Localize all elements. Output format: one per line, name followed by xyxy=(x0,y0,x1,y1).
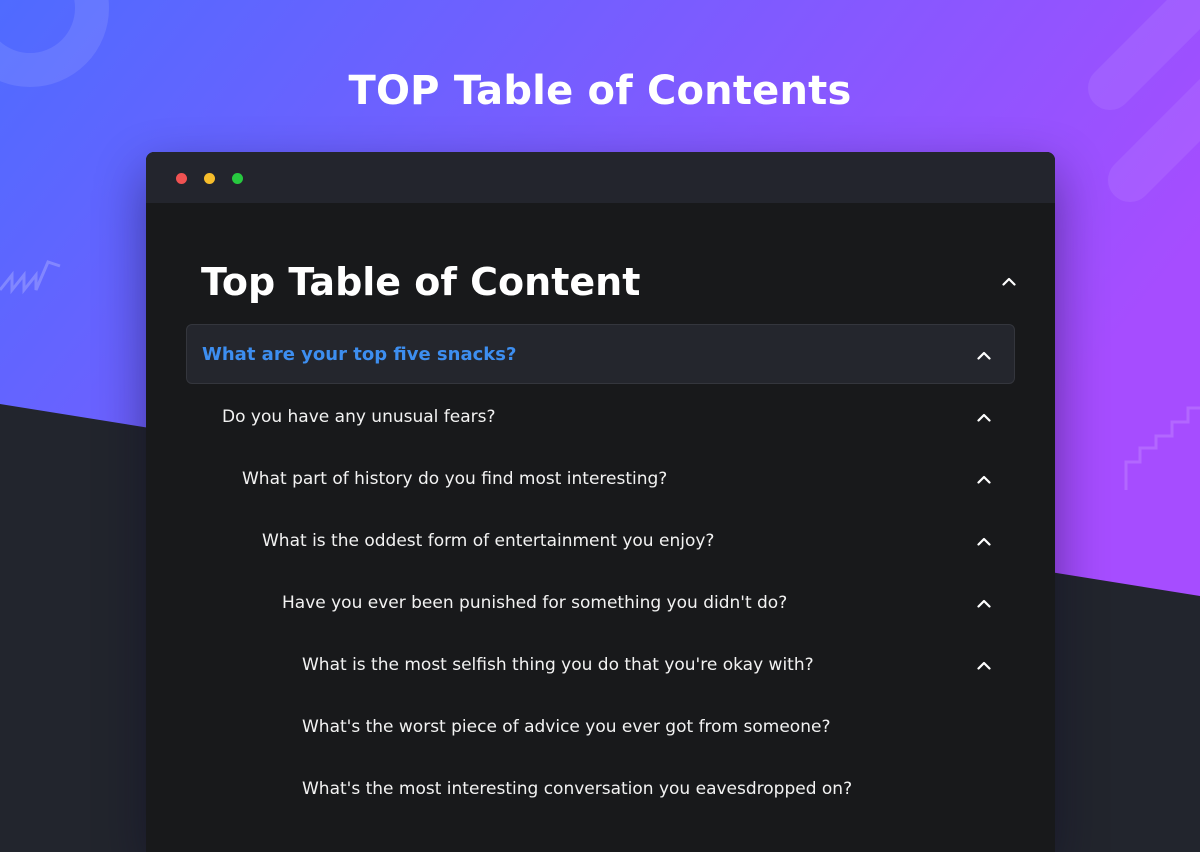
toc-item-label[interactable]: Have you ever been punished for somethin… xyxy=(282,573,787,633)
toc-item[interactable]: What is the oddest form of entertainment… xyxy=(186,510,1015,570)
toc-item[interactable]: What's the worst piece of advice you eve… xyxy=(186,696,1015,756)
chevron-up-icon[interactable] xyxy=(1002,277,1016,286)
chevron-up-icon[interactable] xyxy=(977,599,991,608)
toc-item-label[interactable]: What part of history do you find most in… xyxy=(242,449,667,509)
toc-item-active[interactable]: What are your top five snacks? xyxy=(186,324,1015,384)
toc-list: What are your top five snacks? Do you hav… xyxy=(186,324,1015,820)
toc-title: Top Table of Content xyxy=(201,260,641,304)
close-window-button[interactable] xyxy=(176,173,187,184)
toc-item-label[interactable]: What's the worst piece of advice you eve… xyxy=(302,697,830,757)
chevron-up-icon[interactable] xyxy=(977,413,991,422)
toc-item-label[interactable]: What are your top five snacks? xyxy=(202,325,516,385)
hero-title: TOP Table of Contents xyxy=(348,68,852,114)
window-titlebar xyxy=(146,152,1055,203)
toc-item[interactable]: Have you ever been punished for somethin… xyxy=(186,572,1015,632)
toc-item[interactable]: What part of history do you find most in… xyxy=(186,448,1015,508)
chevron-up-icon[interactable] xyxy=(977,351,991,360)
app-window: Top Table of Content What are your top f… xyxy=(146,152,1055,852)
toc-item-label[interactable]: What is the most selfish thing you do th… xyxy=(302,635,814,695)
chevron-up-icon[interactable] xyxy=(977,475,991,484)
chevron-up-icon[interactable] xyxy=(977,661,991,670)
toc-item-label[interactable]: What's the most interesting conversation… xyxy=(302,759,852,819)
toc-header: Top Table of Content xyxy=(201,258,1016,306)
toc-item[interactable]: What's the most interesting conversation… xyxy=(186,758,1015,818)
toc-item[interactable]: Do you have any unusual fears? xyxy=(186,386,1015,446)
minimize-window-button[interactable] xyxy=(204,173,215,184)
toc-item[interactable]: What is the most selfish thing you do th… xyxy=(186,634,1015,694)
chevron-up-icon[interactable] xyxy=(977,537,991,546)
toc-item-label[interactable]: What is the oddest form of entertainment… xyxy=(262,511,714,571)
maximize-window-button[interactable] xyxy=(232,173,243,184)
toc-item-label[interactable]: Do you have any unusual fears? xyxy=(222,387,496,447)
